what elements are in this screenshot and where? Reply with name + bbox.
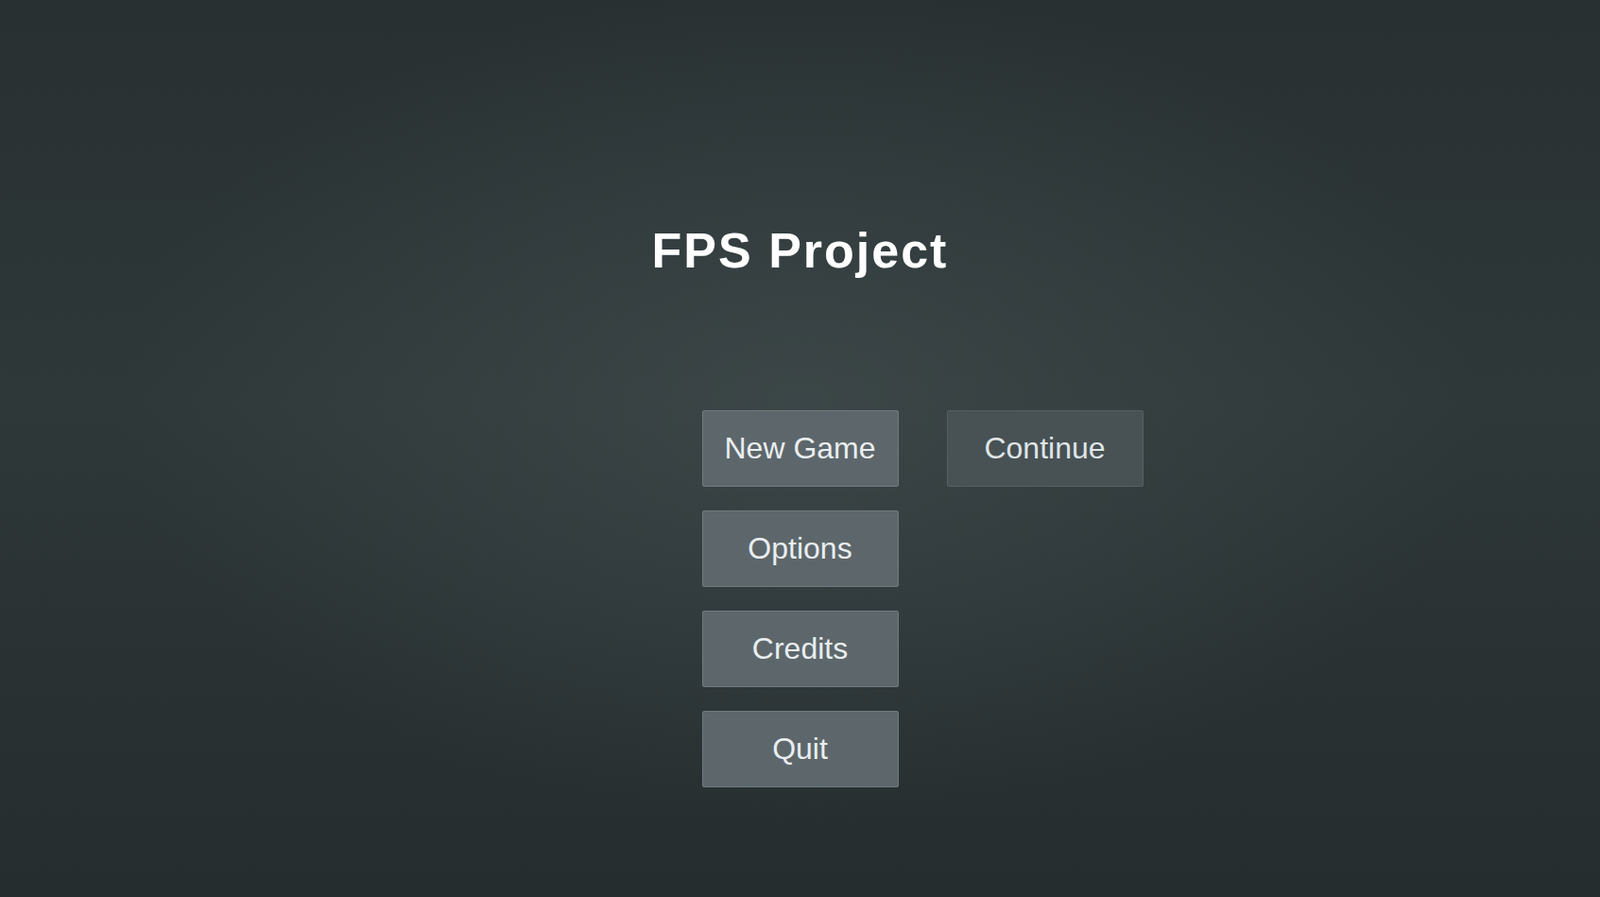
continue-button: Continue <box>946 410 1144 487</box>
menu-button[interactable]: Credits <box>702 610 899 688</box>
main-menu: New Game Continue Options Credits Quit <box>0 410 1600 788</box>
menu-button[interactable]: Options <box>702 510 899 587</box>
menu-button[interactable]: Quit <box>702 710 899 788</box>
menu-button[interactable]: New Game <box>702 410 899 487</box>
game-title: FPS Project <box>0 221 1600 280</box>
background: FPS Project New Game Continue Options Credit… <box>0 0 1600 897</box>
